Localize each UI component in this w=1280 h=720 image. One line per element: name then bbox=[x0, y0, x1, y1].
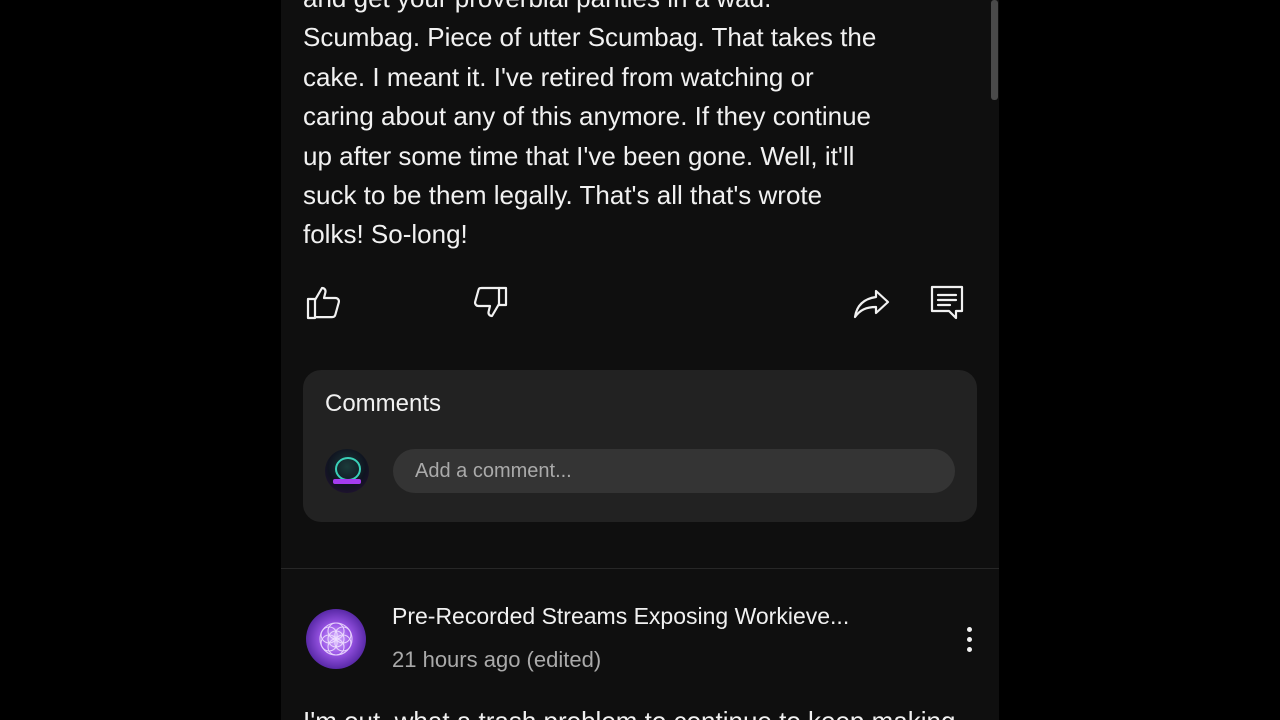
post-body-line: up after some time that I've been gone. … bbox=[303, 140, 855, 171]
comments-card[interactable]: Comments bbox=[303, 370, 977, 522]
avatar-logo-bar bbox=[333, 479, 361, 484]
post-body-line: suck to be them legally. That's all that… bbox=[303, 180, 823, 211]
like-button[interactable] bbox=[302, 280, 346, 324]
post-action-bar bbox=[281, 280, 999, 324]
next-post-body-preview: I'm out, what a trash problem to continu… bbox=[303, 706, 955, 720]
flower-of-life-icon bbox=[319, 622, 353, 656]
add-comment-input[interactable] bbox=[393, 449, 955, 493]
scrollbar[interactable] bbox=[991, 0, 998, 100]
post-body-line: folks! So-long! bbox=[303, 219, 468, 250]
post-body-line: cake. I meant it. I've retired from watc… bbox=[303, 61, 814, 92]
post-body: and get your proverbial panties in a wad… bbox=[303, 0, 983, 255]
post-timestamp: 21 hours ago (edited) bbox=[392, 647, 602, 672]
more-dot-icon bbox=[966, 646, 972, 652]
share-button[interactable] bbox=[850, 280, 894, 324]
more-dot-icon bbox=[966, 636, 972, 642]
post-body-line: Scumbag. Piece of utter Scumbag. That ta… bbox=[303, 22, 877, 53]
thumbs-down-icon bbox=[473, 286, 508, 318]
comments-button[interactable] bbox=[925, 280, 969, 324]
more-dot-icon bbox=[966, 626, 972, 632]
share-icon bbox=[853, 289, 890, 319]
channel-name[interactable]: Pre-Recorded Streams Exposing Workieve..… bbox=[392, 603, 849, 630]
comments-title: Comments bbox=[325, 390, 442, 417]
thumbs-up-icon bbox=[306, 286, 341, 320]
post-body-line: and get your proverbial panties in a wad… bbox=[303, 0, 983, 18]
post-body-line: caring about any of this anymore. If the… bbox=[303, 101, 872, 132]
avatar-logo-ring bbox=[335, 457, 361, 481]
dislike-button[interactable] bbox=[468, 280, 512, 324]
next-post-header: Pre-Recorded Streams Exposing Workieve..… bbox=[281, 595, 999, 685]
comment-icon bbox=[930, 285, 964, 320]
channel-avatar[interactable] bbox=[306, 609, 366, 669]
divider bbox=[281, 568, 999, 569]
user-avatar bbox=[325, 449, 369, 493]
community-post-panel: and get your proverbial panties in a wad… bbox=[281, 0, 999, 720]
more-options-button[interactable] bbox=[953, 617, 985, 661]
